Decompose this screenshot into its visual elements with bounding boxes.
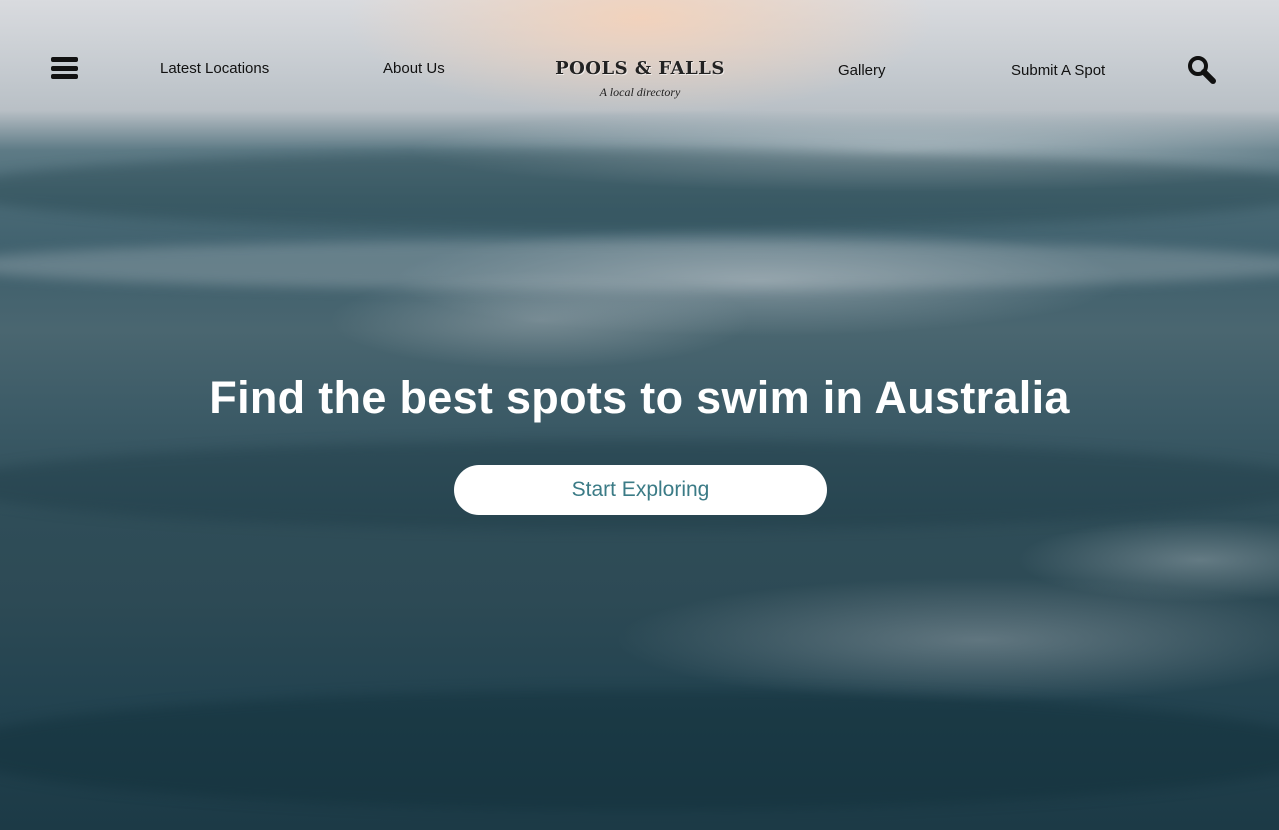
wave-decoration xyxy=(0,690,1279,810)
logo-subtitle: A local directory xyxy=(599,85,681,99)
nav-link-submit-a-spot[interactable]: Submit A Spot xyxy=(1011,62,1105,79)
nav-link-gallery[interactable]: Gallery xyxy=(838,62,886,79)
nav-link-about-us[interactable]: About Us xyxy=(383,60,445,77)
wave-decoration xyxy=(0,240,1279,290)
wave-decoration xyxy=(0,150,1279,230)
nav-link-latest-locations[interactable]: Latest Locations xyxy=(160,60,269,77)
site-logo[interactable]: POOLS & FALLS A local directory xyxy=(540,58,740,100)
start-exploring-button[interactable]: Start Exploring xyxy=(454,465,827,515)
logo-title: POOLS & FALLS xyxy=(555,58,725,79)
hamburger-menu-icon[interactable] xyxy=(51,55,78,81)
search-icon[interactable] xyxy=(1186,54,1218,86)
hero-headline: Find the best spots to swim in Australia xyxy=(209,372,1070,423)
